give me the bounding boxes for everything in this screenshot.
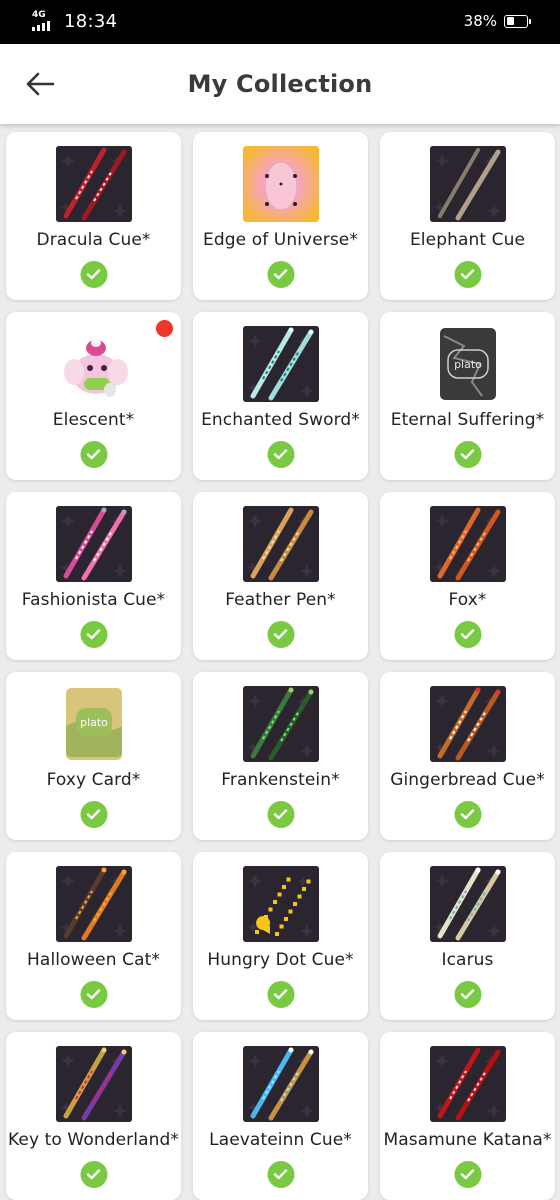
owned-check-icon: [454, 261, 481, 288]
app-header: My Collection: [0, 44, 560, 124]
elescent-thumbnail: [56, 326, 132, 402]
item-name: Frankenstein*: [221, 770, 340, 790]
collection-item-card[interactable]: Feather Pen*: [193, 492, 368, 660]
icarus-cue-thumbnail: [429, 866, 506, 942]
frankenstein-cue-thumbnail: [242, 686, 319, 762]
item-name: Dracula Cue*: [36, 230, 151, 250]
item-name: Elephant Cue: [409, 230, 526, 250]
owned-check-icon: [454, 1161, 481, 1188]
foxy-card-thumbnail: plato: [56, 686, 132, 762]
owned-check-icon: [267, 261, 294, 288]
network-signal-icon: 4G: [32, 9, 54, 32]
fox-cue-thumbnail: [429, 506, 506, 582]
owned-check-icon: [80, 621, 107, 648]
collection-item-card[interactable]: Edge of Universe*: [193, 132, 368, 300]
collection-item-card[interactable]: Frankenstein*: [193, 672, 368, 840]
collection-item-card[interactable]: Hungry Dot Cue*: [193, 852, 368, 1020]
owned-check-icon: [267, 441, 294, 468]
collection-item-card[interactable]: Gingerbread Cue*: [380, 672, 555, 840]
item-name: Masamune Katana*: [383, 1130, 552, 1150]
svg-text:plato: plato: [80, 716, 108, 729]
collection-grid: Dracula Cue* Edge of Universe* Elephant Cu…: [6, 132, 555, 1200]
network-type: 4G: [32, 9, 46, 20]
enchanted-sword-thumbnail: [242, 326, 319, 402]
collection-item-card[interactable]: Fox*: [380, 492, 555, 660]
hungry-dot-cue-thumbnail: [242, 866, 319, 942]
halloween-cat-thumbnail: [55, 866, 132, 942]
item-name: Foxy Card*: [46, 770, 141, 790]
collection-item-card[interactable]: Icarus: [380, 852, 555, 1020]
new-item-badge: [156, 320, 173, 337]
collection-item-card[interactable]: Laevateinn Cue*: [193, 1032, 368, 1200]
item-name: Key to Wonderland*: [8, 1130, 179, 1150]
owned-check-icon: [454, 441, 481, 468]
collection-item-card[interactable]: Dracula Cue*: [6, 132, 181, 300]
item-name: Laevateinn Cue*: [209, 1130, 352, 1150]
key-to-wonderland-thumbnail: [55, 1046, 132, 1122]
svg-text:plato: plato: [454, 358, 482, 371]
fashionista-cue-thumbnail: [55, 506, 132, 582]
dracula-cue-thumbnail: [55, 146, 132, 222]
eternal-suffering-card-thumbnail: plato: [430, 326, 506, 402]
owned-check-icon: [80, 801, 107, 828]
masamune-katana-thumbnail: [429, 1046, 506, 1122]
owned-check-icon: [267, 981, 294, 1008]
laevateinn-cue-thumbnail: [242, 1046, 319, 1122]
elephant-cue-thumbnail: [429, 146, 506, 222]
item-name: Gingerbread Cue*: [390, 770, 545, 790]
status-right: 38%: [463, 12, 531, 30]
owned-check-icon: [454, 981, 481, 1008]
item-name: Eternal Suffering*: [390, 410, 545, 430]
item-name: Hungry Dot Cue*: [207, 950, 354, 970]
collection-item-card[interactable]: plato Foxy Card*: [6, 672, 181, 840]
collection-item-card[interactable]: Halloween Cat*: [6, 852, 181, 1020]
item-name: Icarus: [441, 950, 494, 970]
status-time: 18:34: [64, 11, 118, 32]
item-name: Halloween Cat*: [27, 950, 160, 970]
item-name: Fox*: [448, 590, 487, 610]
item-name: Enchanted Sword*: [201, 410, 360, 430]
collection-item-card[interactable]: Key to Wonderland*: [6, 1032, 181, 1200]
collection-item-card[interactable]: Enchanted Sword*: [193, 312, 368, 480]
page-title: My Collection: [187, 70, 373, 98]
owned-check-icon: [80, 261, 107, 288]
item-name: Fashionista Cue*: [21, 590, 166, 610]
gingerbread-cue-thumbnail: [429, 686, 506, 762]
collection-item-card[interactable]: Elephant Cue: [380, 132, 555, 300]
owned-check-icon: [267, 621, 294, 648]
feather-pen-thumbnail: [242, 506, 319, 582]
item-name: Elescent*: [52, 410, 135, 430]
collection-item-card[interactable]: Masamune Katana*: [380, 1032, 555, 1200]
owned-check-icon: [80, 1161, 107, 1188]
edge-of-universe-thumbnail: [242, 146, 319, 222]
owned-check-icon: [454, 801, 481, 828]
owned-check-icon: [80, 981, 107, 1008]
status-left: 4G 18:34: [32, 9, 118, 32]
status-bar: 4G 18:34 38%: [0, 0, 560, 44]
collection-item-card[interactable]: Fashionista Cue*: [6, 492, 181, 660]
owned-check-icon: [267, 1161, 294, 1188]
battery-icon: [504, 14, 531, 28]
owned-check-icon: [454, 621, 481, 648]
collection-item-card[interactable]: plato Eternal Suffering*: [380, 312, 555, 480]
owned-check-icon: [80, 441, 107, 468]
collection-item-card[interactable]: Elescent*: [6, 312, 181, 480]
owned-check-icon: [267, 801, 294, 828]
item-name: Feather Pen*: [225, 590, 336, 610]
battery-percent: 38%: [463, 12, 497, 30]
item-name: Edge of Universe*: [203, 230, 358, 250]
